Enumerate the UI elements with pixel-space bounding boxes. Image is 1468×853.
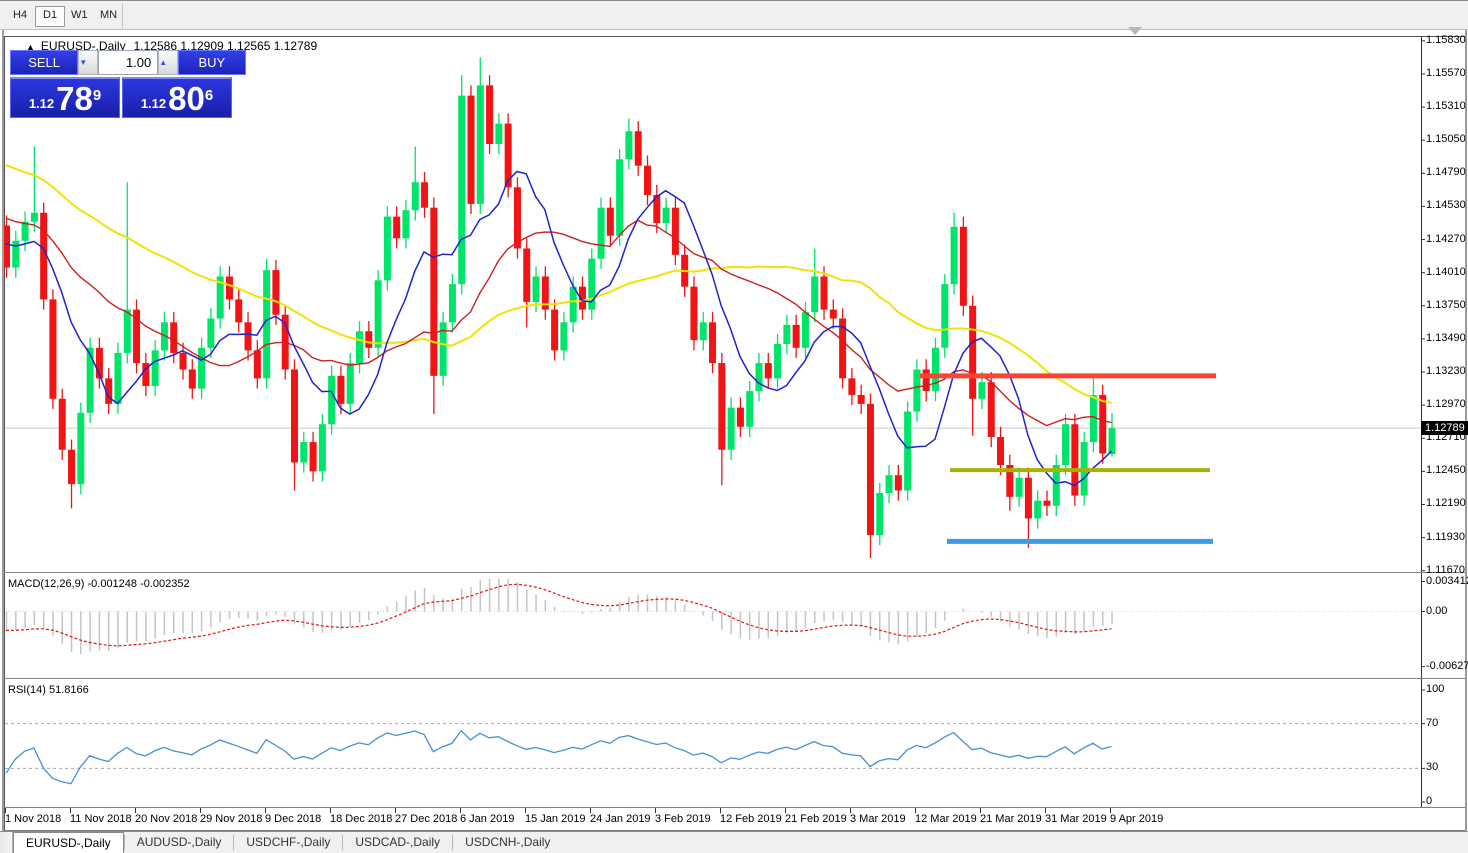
date-axis-label: 20 Nov 2018 [135,813,197,825]
buy-button[interactable]: BUY [178,50,246,75]
scroll-to-end-marker[interactable] [1128,27,1142,35]
chart-tab-audusd[interactable]: AUDUSD-,Daily [125,832,234,853]
macd-axis-label: -0.006271 [1426,660,1468,672]
price-axis-label: 1.12970 [1426,398,1466,410]
buy-price-prefix: 1.12 [141,94,166,114]
date-axis-label: 9 Apr 2019 [1110,813,1163,825]
price-axis-label: 1.15830 [1426,34,1466,46]
rsi-axis-label: 0 [1426,795,1432,807]
price-axis-label: 1.12190 [1426,497,1466,509]
sell-price-prefix: 1.12 [29,94,54,114]
current-price-tag: 1.12789 [1421,421,1468,435]
price-axis-label: 1.15570 [1426,67,1466,79]
date-axis-label: 29 Nov 2018 [200,813,262,825]
date-axis-label: 9 Dec 2018 [265,813,321,825]
volume-input[interactable]: 1.00 [98,50,159,75]
chart-tab-usdcnh[interactable]: USDCNH-,Daily [453,832,562,853]
price-axis-label: 1.13490 [1426,332,1466,344]
price-axis-label: 1.11930 [1426,531,1465,543]
buy-price-pip: 6 [205,79,213,113]
price-axis-label: 1.12450 [1426,464,1466,476]
date-axis-label: 27 Dec 2018 [395,813,457,825]
buy-price-panel[interactable]: 1.12 80 6 [122,77,232,118]
price-axis-label: 1.14010 [1426,266,1466,278]
volume-increase-button[interactable]: ▲ [158,50,178,75]
macd-axis-label: 0.003412 [1426,575,1468,587]
rsi-label: RSI(14) 51.8166 [8,684,89,696]
date-axis-label: 6 Jan 2019 [460,813,514,825]
price-axis-label: 1.14270 [1426,233,1466,245]
date-axis-label: 31 Mar 2019 [1045,813,1107,825]
sell-price-big: 78 [56,84,93,114]
price-axis-label: 1.13750 [1426,299,1466,311]
window-left-edge [2,30,4,831]
rsi-axis-label: 70 [1426,717,1438,729]
macd-axis-label: 0.00 [1426,605,1447,617]
price-axis-label: 1.14530 [1426,199,1466,211]
chart-tabs-bar: EURUSD-,DailyAUDUSD-,DailyUSDCHF-,DailyU… [0,831,1468,853]
chart-tab-eurusd[interactable]: EURUSD-,Daily [13,832,124,853]
date-axis-label: 1 Nov 2018 [5,813,61,825]
sell-price-panel[interactable]: 1.12 78 9 [10,77,120,118]
rsi-value: 51.8166 [49,684,89,696]
tabs-scroll-grip[interactable] [0,832,13,853]
date-axis-label: 12 Feb 2019 [720,813,782,825]
one-click-trading-panel: SELL ▼ 1.00 ▲ BUY 1.12 78 9 1.12 80 6 [10,50,246,118]
price-axis-label: 1.15050 [1426,133,1466,145]
rsi-axis-label: 100 [1426,683,1444,695]
date-axis-label: 15 Jan 2019 [525,813,586,825]
price-axis-label: 1.13230 [1426,365,1466,377]
date-axis-label: 3 Mar 2019 [850,813,906,825]
chart-tab-usdcad[interactable]: USDCAD-,Daily [343,832,452,853]
volume-decrease-button[interactable]: ▼ [78,50,98,75]
macd-label: MACD(12,26,9) -0.001248 -0.002352 [8,578,190,590]
candlestick-chart-area[interactable] [0,0,1468,831]
date-axis-label: 11 Nov 2018 [70,813,132,825]
chart-tab-usdchf[interactable]: USDCHF-,Daily [234,832,342,853]
date-axis-label: 3 Feb 2019 [655,813,711,825]
buy-price-big: 80 [168,84,205,114]
date-axis-label: 12 Mar 2019 [915,813,977,825]
macd-values: -0.001248 -0.002352 [87,578,189,590]
price-axis-label: 1.14790 [1426,166,1466,178]
date-axis-label: 24 Jan 2019 [590,813,651,825]
rsi-axis-label: 30 [1426,761,1438,773]
date-axis-label: 18 Dec 2018 [330,813,392,825]
date-axis-label: 21 Mar 2019 [980,813,1042,825]
price-axis-label: 1.15310 [1426,100,1466,112]
date-axis-label: 21 Feb 2019 [785,813,847,825]
sell-price-pip: 9 [93,79,101,113]
sell-button[interactable]: SELL [10,50,78,75]
